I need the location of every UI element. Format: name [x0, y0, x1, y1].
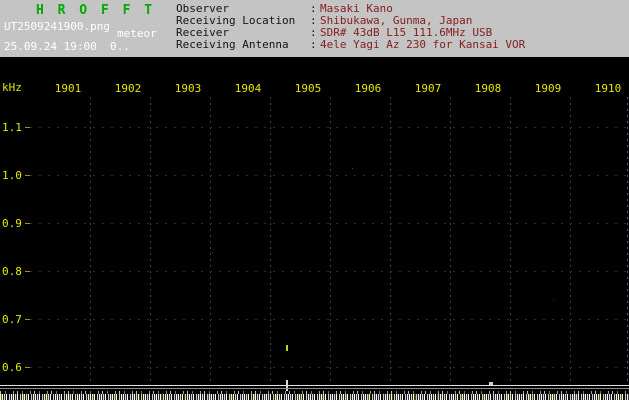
info-value: 4ele Yagi Az 230 for Kansai VOR: [320, 38, 526, 51]
y-axis-tick-label: 1.1: [2, 121, 22, 134]
datetime-label: 25.09.24 19:00 0..: [4, 40, 130, 53]
noise-speckle: [553, 300, 554, 301]
y-axis-tick-label: 0.6: [2, 361, 22, 374]
x-axis-tick-label: 1908: [474, 82, 502, 95]
x-axis-tick-label: 1906: [354, 82, 382, 95]
observation-mode-label: meteor: [117, 27, 157, 40]
grid-vline: [90, 97, 91, 385]
grid-hline: [30, 319, 629, 320]
grid-hline: [30, 367, 629, 368]
grid-vline: [210, 97, 211, 385]
grid-vline: [330, 97, 331, 385]
noise-speckle: [212, 252, 213, 253]
grid-hline: [30, 175, 629, 176]
station-info-block: Observer : Masaki Kano Receiving Locatio…: [176, 3, 525, 51]
header-panel: H R O F F T UT2509241900.png meteor 25.0…: [0, 0, 629, 57]
x-axis-tick-label: 1905: [294, 82, 322, 95]
level-line-upper: [0, 385, 629, 386]
grid-hline: [30, 127, 629, 128]
x-axis-tick-label: 1901: [54, 82, 82, 95]
grid-vline: [510, 97, 511, 385]
grid-hline: [30, 223, 629, 224]
grid-vline: [270, 97, 271, 385]
y-axis-unit-label: kHz: [2, 81, 22, 94]
grid-vline: [570, 97, 571, 385]
echo-mark: [286, 345, 288, 351]
x-axis-tick-label: 1904: [234, 82, 262, 95]
hrofft-output-window: H R O F F T UT2509241900.png meteor 25.0…: [0, 0, 629, 400]
info-row-antenna: Receiving Antenna : 4ele Yagi Az 230 for…: [176, 39, 525, 51]
info-label: Receiving Antenna: [176, 38, 289, 51]
x-axis-tick-label: 1903: [174, 82, 202, 95]
y-axis-tick-label: 1.0: [2, 169, 22, 182]
info-separator: :: [310, 38, 317, 51]
app-title: H R O F F T: [36, 3, 156, 18]
x-axis-tick-label: 1910: [594, 82, 622, 95]
y-axis-tick-label: 0.7: [2, 313, 22, 326]
y-axis-tick-label: 0.8: [2, 265, 22, 278]
grid-vline: [627, 97, 628, 385]
x-axis-tick-label: 1907: [414, 82, 442, 95]
level-line-lower: [0, 388, 629, 389]
x-axis-tick-label: 1902: [114, 82, 142, 95]
x-axis-tick-label: 1909: [534, 82, 562, 95]
noise-speckle: [352, 168, 353, 169]
grid-hline: [30, 271, 629, 272]
grid-vline: [450, 97, 451, 385]
y-axis-tick-label: 0.9: [2, 217, 22, 230]
noise-floor-band-lower: [0, 394, 629, 400]
output-filename: UT2509241900.png: [4, 20, 110, 33]
grid-vline: [390, 97, 391, 385]
grid-vline: [150, 97, 151, 385]
